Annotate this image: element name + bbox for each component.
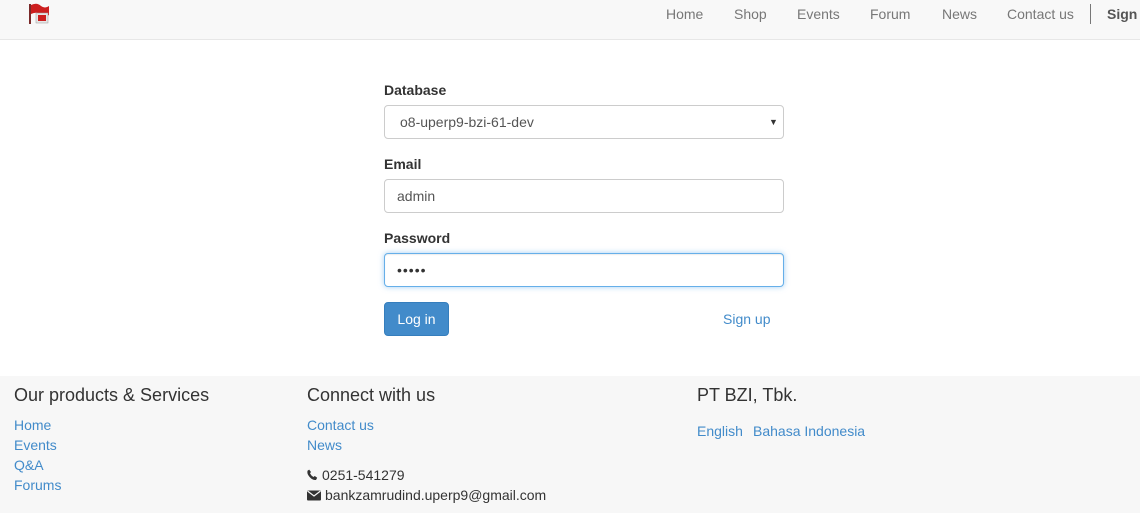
footer: Our products & Services Home Events Q&A …: [0, 376, 1140, 513]
footer-link-news[interactable]: News: [307, 437, 342, 453]
nav-sign-in[interactable]: Sign: [1107, 0, 1137, 29]
nav-contact-us[interactable]: Contact us: [1007, 0, 1074, 29]
password-field[interactable]: [384, 253, 784, 287]
nav-events[interactable]: Events: [797, 0, 840, 29]
footer-email: bankzamrudind.uperp9@gmail.com: [307, 487, 546, 503]
footer-link-contact-us[interactable]: Contact us: [307, 417, 374, 433]
footer-company-title: PT BZI, Tbk.: [697, 385, 798, 405]
email-field[interactable]: [384, 179, 784, 213]
footer-link-events[interactable]: Events: [14, 437, 57, 453]
nav-forum[interactable]: Forum: [870, 0, 910, 29]
nav-divider: [1090, 4, 1091, 24]
email-label: Email: [384, 156, 422, 172]
language-bahasa-indonesia[interactable]: Bahasa Indonesia: [753, 423, 865, 439]
nav-shop[interactable]: Shop: [734, 0, 767, 29]
flag-logo-icon[interactable]: [27, 3, 51, 25]
envelope-icon: [307, 490, 321, 501]
sign-up-link[interactable]: Sign up: [723, 311, 770, 327]
footer-phone-number: 0251-541279: [322, 467, 405, 483]
footer-link-qa[interactable]: Q&A: [14, 457, 44, 473]
footer-link-forums[interactable]: Forums: [14, 477, 61, 493]
footer-phone: 0251-541279: [307, 467, 405, 483]
database-label: Database: [384, 82, 447, 98]
password-label: Password: [384, 230, 451, 246]
footer-connect-title: Connect with us: [307, 385, 436, 405]
nav-news[interactable]: News: [942, 0, 977, 29]
login-button[interactable]: Log in: [384, 302, 449, 336]
footer-products-title: Our products & Services: [14, 385, 210, 405]
database-select[interactable]: o8-uperp9-bzi-61-dev: [384, 105, 784, 139]
top-navbar: Home Shop Events Forum News Contact us S…: [0, 0, 1140, 40]
footer-email-address: bankzamrudind.uperp9@gmail.com: [325, 487, 547, 503]
phone-icon: [307, 469, 318, 481]
footer-link-home[interactable]: Home: [14, 417, 51, 433]
language-english[interactable]: English: [697, 423, 743, 439]
nav-home[interactable]: Home: [666, 0, 703, 29]
